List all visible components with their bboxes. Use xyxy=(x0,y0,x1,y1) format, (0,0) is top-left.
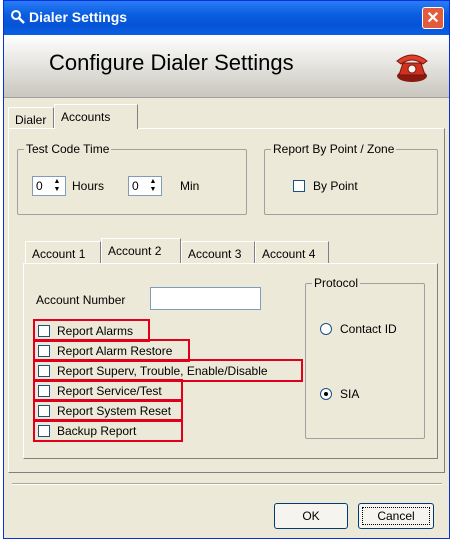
dialer-settings-window: Dialer Settings ✕ Configure Dialer Setti… xyxy=(3,0,450,539)
hours-value: 0 xyxy=(36,179,43,193)
dialog-header: Configure Dialer Settings xyxy=(4,35,449,98)
radio-selected-dot xyxy=(324,392,328,396)
minutes-value: 0 xyxy=(132,179,139,193)
annotation-highlight xyxy=(33,419,183,442)
magnifier-icon xyxy=(10,9,26,25)
contact-id-label: Contact ID xyxy=(340,322,397,336)
close-button[interactable]: ✕ xyxy=(422,7,444,29)
tab-account-4[interactable]: Account 4 xyxy=(255,241,329,263)
tab-account-3[interactable]: Account 3 xyxy=(181,241,255,263)
minutes-label: Min xyxy=(180,179,200,193)
tab-account-2[interactable]: Account 2 xyxy=(101,238,181,263)
cancel-button[interactable]: Cancel xyxy=(358,503,434,529)
protocol-group: Protocol Contact ID SIA xyxy=(305,276,425,439)
protocol-label: Protocol xyxy=(312,276,361,290)
telephone-icon xyxy=(393,47,431,85)
spinner-arrows-icon[interactable]: ▲ ▼ xyxy=(50,178,64,194)
report-by-point-group: Report By Point / Zone By Point xyxy=(264,142,438,215)
sia-label: SIA xyxy=(340,387,360,401)
report-by-point-label: Report By Point / Zone xyxy=(271,142,397,156)
minutes-spinner[interactable]: 0 ▲ ▼ xyxy=(128,176,162,196)
tab-dialer[interactable]: Dialer xyxy=(8,107,54,129)
footer-divider xyxy=(12,483,442,485)
contact-id-radio[interactable] xyxy=(320,323,332,335)
tab-account-1[interactable]: Account 1 xyxy=(25,241,101,263)
focus-rect xyxy=(362,507,430,525)
window-title: Dialer Settings xyxy=(29,9,128,25)
by-point-checkbox[interactable] xyxy=(293,180,305,192)
ok-button[interactable]: OK xyxy=(274,503,348,529)
test-code-time-label: Test Code Time xyxy=(24,142,112,156)
hours-label: Hours xyxy=(72,179,105,193)
sia-radio[interactable] xyxy=(320,388,332,400)
spinner-arrows-icon[interactable]: ▲ ▼ xyxy=(146,178,160,194)
by-point-label: By Point xyxy=(313,179,358,193)
accounts-panel: Test Code Time 0 ▲ ▼ Hours 0 ▲ ▼ Min Repor… xyxy=(8,128,445,473)
test-code-time-group: Test Code Time 0 ▲ ▼ Hours 0 ▲ ▼ Min xyxy=(17,142,247,215)
page-title: Configure Dialer Settings xyxy=(49,50,294,75)
account-number-label: Account Number xyxy=(36,293,126,307)
hours-spinner[interactable]: 0 ▲ ▼ xyxy=(32,176,66,196)
account-number-input[interactable] xyxy=(150,287,261,310)
account-2-panel: Account Number Report Alarms Report Alar… xyxy=(23,263,438,459)
title-bar: Dialer Settings ✕ xyxy=(4,1,449,35)
tab-accounts[interactable]: Accounts xyxy=(54,104,138,129)
